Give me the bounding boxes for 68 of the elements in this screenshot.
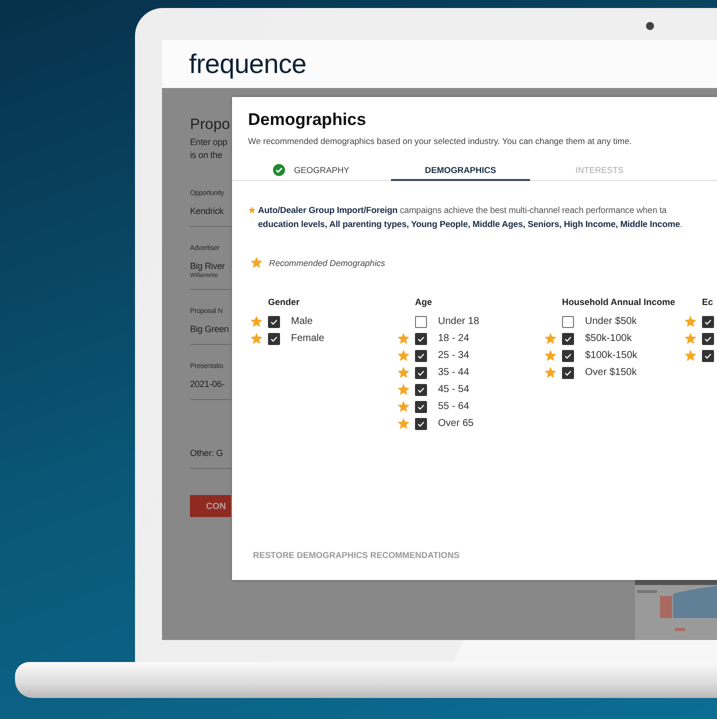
field-value: Kendrick — [190, 206, 224, 216]
check-icon — [564, 334, 572, 342]
field-value: Big Green — [190, 324, 229, 334]
column-heading: Household Annual Income — [562, 297, 676, 307]
camera-icon — [646, 22, 654, 30]
option-label: $100k-150k — [585, 350, 638, 361]
tab[interactable]: DEMOGRAPHICS — [391, 160, 530, 181]
checkbox[interactable] — [562, 350, 574, 362]
tab[interactable]: GEOGRAPHY — [265, 160, 391, 181]
check-icon — [270, 334, 278, 342]
column-heading: Ec — [702, 297, 714, 307]
field-value: Other: G — [190, 448, 223, 458]
option-label: 45 - 54 — [438, 384, 470, 395]
checkbox[interactable] — [702, 350, 714, 362]
checkbox[interactable] — [415, 350, 427, 362]
check-icon — [564, 352, 572, 360]
field-value: 2021-06- — [190, 379, 224, 389]
option-label: 25 - 34 — [438, 350, 470, 361]
check-icon — [417, 402, 425, 410]
check-icon — [417, 368, 425, 376]
check-icon — [704, 334, 712, 342]
column-heading: Age — [415, 297, 432, 307]
checkbox[interactable] — [415, 316, 427, 328]
check-icon — [704, 318, 712, 326]
checkbox[interactable] — [415, 418, 427, 430]
checkbox[interactable] — [702, 316, 714, 328]
option-label: Over $150k — [585, 367, 637, 378]
page-description: is on the — [190, 149, 222, 162]
star-icon — [250, 256, 263, 269]
checkbox[interactable] — [562, 332, 574, 344]
field-value: Big River — [190, 261, 225, 271]
checkbox[interactable] — [415, 366, 427, 378]
check-icon — [417, 420, 425, 428]
form-field[interactable]: Other: G — [190, 412, 231, 469]
checkbox[interactable] — [268, 332, 280, 344]
option-label: 18 - 24 — [438, 333, 470, 344]
option-label: Over 65 — [438, 418, 474, 429]
check-icon — [270, 318, 278, 326]
option-label: Female — [291, 333, 324, 344]
option-label: Under $50k — [585, 316, 637, 327]
recommendation-text: Auto/Dealer Group Import/Foreign campaigns achieve the best multi-channel reach performance when ta education levels, All parenting types, Young People, Middle Ages, Seniors, High Income, Middle Income. — [258, 204, 682, 231]
checkbox[interactable] — [562, 316, 574, 328]
checkbox[interactable] — [415, 332, 427, 344]
check-icon — [417, 334, 425, 342]
legend-label: Recommended Demographics — [269, 258, 386, 268]
star-icon — [248, 206, 256, 214]
checkbox[interactable] — [702, 332, 714, 344]
checkbox[interactable] — [415, 384, 427, 396]
checkbox[interactable] — [562, 366, 574, 378]
option-label: 55 - 64 — [438, 401, 470, 412]
checkbox[interactable] — [268, 316, 280, 328]
page-description: Enter opp — [190, 136, 228, 149]
check-icon — [417, 352, 425, 360]
dialog-title: Demographics — [248, 110, 368, 130]
option-label: Under 18 — [438, 316, 480, 327]
column-heading: Gender — [268, 297, 300, 307]
dialog-subtitle: We recommended demographics based on your selected industry. You can change them at any time. — [248, 136, 633, 146]
continue-button[interactable]: CON — [190, 495, 231, 517]
check-icon — [564, 368, 572, 376]
restore-recommendations-button[interactable]: RESTORE DEMOGRAPHICS RECOMMENDATIONS — [253, 550, 460, 560]
option-label: Male — [291, 316, 313, 327]
page-title: Propo — [190, 116, 230, 133]
option-label: 35 - 44 — [438, 367, 470, 378]
checkbox[interactable] — [415, 400, 427, 412]
check-icon — [417, 386, 425, 394]
check-icon — [704, 352, 712, 360]
app-logo: frequence — [189, 48, 306, 80]
option-label: $50k-100k — [585, 333, 632, 344]
